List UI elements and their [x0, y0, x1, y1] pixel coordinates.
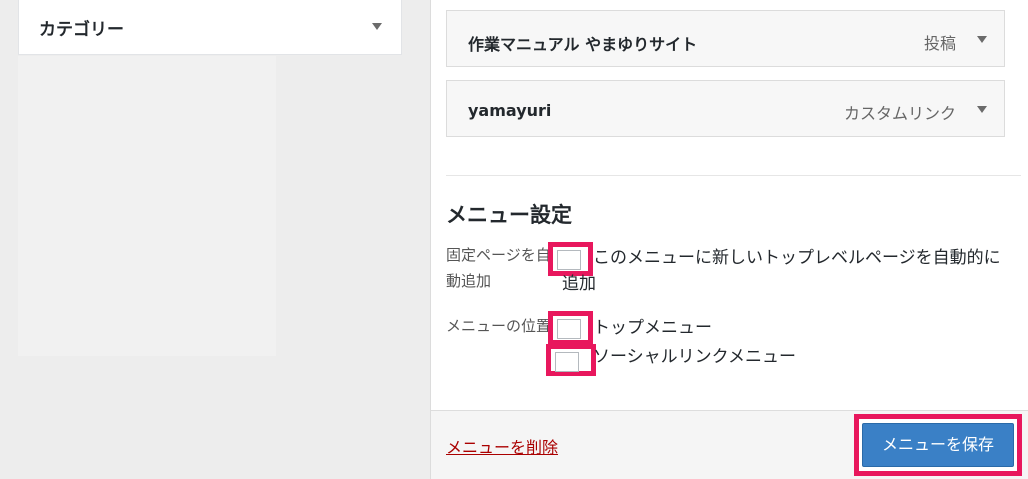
delete-menu-link[interactable]: メニューを削除 — [446, 434, 558, 458]
auto-add-option-label: このメニューに新しいトップレベルページを自動的に追加 — [562, 248, 1001, 294]
divider — [446, 175, 1021, 176]
category-accordion[interactable]: カテゴリー — [18, 0, 402, 55]
menu-item-title: yamayuri — [468, 101, 552, 120]
social-links-menu-checkbox[interactable] — [555, 352, 579, 372]
social-menu-highlight — [546, 344, 596, 376]
triangle-down-icon[interactable] — [977, 36, 987, 43]
menu-location-label: メニューの位置 — [446, 317, 552, 335]
social-links-menu-option-text[interactable]: ソーシャルリンクメニュー — [593, 344, 796, 370]
category-title: カテゴリー — [39, 20, 124, 40]
menu-item-type: カスタムリンク — [843, 104, 956, 123]
menu-item-type: 投稿 — [923, 34, 956, 53]
faint-panel — [18, 56, 276, 356]
top-menu-checkbox[interactable] — [557, 319, 581, 339]
left-column: カテゴリー — [0, 0, 430, 479]
triangle-down-icon[interactable] — [977, 106, 987, 113]
top-menu-option-text[interactable]: トップメニュー — [593, 315, 712, 341]
menu-editor: 作業マニュアル やまゆりサイト 投稿 yamayuri カスタムリンク メニュー… — [430, 0, 1028, 479]
menu-item[interactable]: yamayuri カスタムリンク — [446, 80, 1005, 137]
menu-item-title: 作業マニュアル やまゆりサイト — [468, 35, 698, 54]
auto-add-label: 固定ページを自動追加 — [446, 246, 551, 290]
menu-settings-title: メニュー設定 — [446, 203, 572, 227]
menu-footer: メニューを削除 メニューを保存 — [431, 410, 1028, 479]
save-button-highlight: メニューを保存 — [854, 414, 1022, 476]
auto-add-option-text[interactable]: このメニューに新しいトップレベルページを自動的に追加 — [562, 245, 1012, 297]
triangle-down-icon[interactable] — [372, 23, 382, 30]
save-menu-button[interactable]: メニューを保存 — [862, 423, 1014, 467]
top-menu-highlight — [548, 311, 593, 345]
menu-item[interactable]: 作業マニュアル やまゆりサイト 投稿 — [446, 10, 1005, 67]
